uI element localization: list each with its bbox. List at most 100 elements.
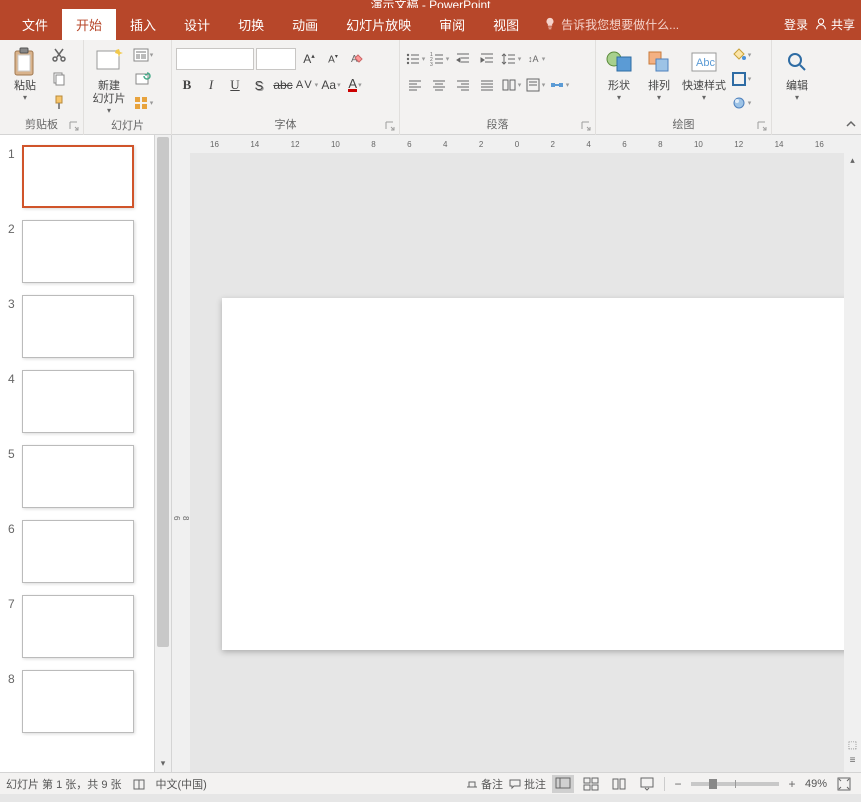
normal-view-button[interactable] [552, 775, 574, 793]
copy-button[interactable] [48, 68, 70, 90]
new-slide-button[interactable]: 新建 幻灯片 ▾ [88, 44, 130, 115]
drawing-launcher[interactable] [757, 120, 769, 132]
change-case-button[interactable]: Aa▾ [320, 74, 342, 96]
share-button[interactable]: 共享 [814, 16, 855, 33]
paragraph-launcher[interactable] [581, 120, 593, 132]
slide-thumbnail-1[interactable]: 1 [0, 143, 154, 218]
tell-me-search[interactable]: 告诉我您想要做什么... [543, 16, 679, 33]
justify-button[interactable] [476, 74, 498, 96]
ruler-tick: 14 [775, 140, 784, 149]
notes-button[interactable]: 备注 [466, 776, 503, 792]
bold-button[interactable]: B [176, 74, 198, 96]
outline-icon [731, 71, 747, 87]
font-size-input[interactable] [256, 48, 296, 70]
increase-font-button[interactable]: A▴ [298, 48, 320, 70]
slide-thumbnail-3[interactable]: 3 [0, 293, 154, 368]
shape-effects-button[interactable]: ▾ [730, 92, 752, 114]
tab-transitions[interactable]: 切换 [224, 9, 278, 40]
spell-check-button[interactable] [132, 777, 146, 791]
layout-button[interactable]: ▾ [132, 44, 154, 66]
font-launcher[interactable] [385, 120, 397, 132]
smartart-icon [549, 77, 565, 93]
quick-styles-button[interactable]: Abc 快速样式▾ [680, 44, 728, 102]
strikethrough-button[interactable]: abc [272, 74, 294, 96]
slide-thumbnail-5[interactable]: 5 [0, 443, 154, 518]
decrease-indent-button[interactable] [452, 48, 474, 70]
arrange-button[interactable]: 排列▾ [640, 44, 678, 102]
section-button[interactable]: ▾ [132, 92, 154, 114]
tab-view[interactable]: 视图 [479, 9, 533, 40]
slide-counter[interactable]: 幻灯片 第 1 张，共 9 张 [6, 776, 122, 792]
shadow-button[interactable]: S [248, 74, 270, 96]
vertical-ruler: 864202468 [172, 135, 190, 772]
clipboard-launcher[interactable] [69, 120, 81, 132]
decrease-font-button[interactable]: A▾ [322, 48, 344, 70]
tab-slideshow[interactable]: 幻灯片放映 [332, 9, 425, 40]
tab-insert[interactable]: 插入 [116, 9, 170, 40]
zoom-slider[interactable] [691, 782, 779, 786]
font-color-button[interactable]: A▾ [344, 74, 366, 96]
tab-home[interactable]: 开始 [62, 9, 116, 40]
zoom-level[interactable]: 49% [805, 778, 827, 790]
editor-area: 1614121086420246810121416 [190, 135, 844, 772]
cut-button[interactable] [48, 44, 70, 66]
slide-thumbnail-8[interactable]: 8 [0, 668, 154, 743]
slideshow-view-button[interactable] [636, 775, 658, 793]
slide-thumbnail-6[interactable]: 6 [0, 518, 154, 593]
shapes-button[interactable]: 形状▾ [600, 44, 638, 102]
underline-button[interactable]: U [224, 74, 246, 96]
columns-button[interactable]: ▾ [500, 74, 522, 96]
align-text-button[interactable]: ▾ [524, 74, 546, 96]
login-button[interactable]: 登录 [784, 16, 808, 33]
shape-outline-button[interactable]: ▾ [730, 68, 752, 90]
align-right-button[interactable] [452, 74, 474, 96]
tab-review[interactable]: 审阅 [425, 9, 479, 40]
prev-slide-button[interactable]: ⬚ [848, 740, 857, 751]
zoom-slider-thumb[interactable] [709, 779, 717, 789]
paste-button[interactable]: 粘贴 ▾ [4, 44, 46, 102]
tab-file[interactable]: 文件 [8, 9, 62, 40]
line-spacing-button[interactable]: ▾ [500, 48, 522, 70]
bullets-button[interactable]: ▾ [404, 48, 426, 70]
scroll-up-icon[interactable]: ▴ [844, 153, 861, 167]
format-painter-button[interactable] [48, 92, 70, 114]
increase-indent-button[interactable] [476, 48, 498, 70]
reset-button[interactable] [132, 68, 154, 90]
collapse-ribbon-button[interactable] [845, 118, 859, 132]
fit-window-button[interactable] [833, 775, 855, 793]
slide-thumbnail-2[interactable]: 2 [0, 218, 154, 293]
zoom-in-button[interactable]: + [785, 777, 799, 791]
slide-thumbnail-4[interactable]: 4 [0, 368, 154, 443]
italic-button[interactable]: I [200, 74, 222, 96]
tab-design[interactable]: 设计 [170, 9, 224, 40]
slide-thumbnail-7[interactable]: 7 [0, 593, 154, 668]
char-spacing-button[interactable]: AV▾ [296, 74, 318, 96]
current-slide[interactable] [222, 298, 844, 650]
comments-button[interactable]: 批注 [509, 776, 546, 792]
tab-animations[interactable]: 动画 [278, 9, 332, 40]
font-name-input[interactable] [176, 48, 254, 70]
align-center-button[interactable] [428, 74, 450, 96]
ruler-tick: 4 [586, 140, 590, 149]
clear-formatting-button[interactable]: A [346, 48, 368, 70]
align-left-button[interactable] [404, 74, 426, 96]
scrollbar-thumb[interactable] [157, 137, 169, 647]
next-slide-button[interactable]: ≡ [850, 755, 856, 766]
shape-fill-button[interactable]: ▾ [730, 44, 752, 66]
sorter-view-button[interactable] [580, 775, 602, 793]
thumbnail-scrollbar[interactable]: ▾ [155, 135, 172, 772]
slide-number: 3 [8, 295, 22, 358]
slide-thumbnail-panel[interactable]: 123 45678 [0, 135, 155, 772]
text-direction-button[interactable]: ↕A▾ [524, 48, 546, 70]
scroll-down-icon[interactable]: ▾ [155, 756, 171, 770]
smartart-button[interactable]: ▾ [548, 74, 570, 96]
language-indicator[interactable]: 中文(中国) [156, 776, 207, 792]
eraser-icon: A [349, 51, 365, 67]
numbering-button[interactable]: 123▾ [428, 48, 450, 70]
reading-view-button[interactable] [608, 775, 630, 793]
zoom-out-button[interactable]: − [671, 777, 685, 791]
vertical-scrollbar[interactable]: ▴ ⬚ ≡ [844, 135, 861, 772]
group-drawing: 形状▾ 排列▾ Abc 快速样式▾ ▾ ▾ ▾ 绘图 [596, 40, 772, 135]
slide-canvas-area[interactable] [190, 153, 844, 772]
find-button[interactable]: 编辑▾ [776, 44, 818, 102]
